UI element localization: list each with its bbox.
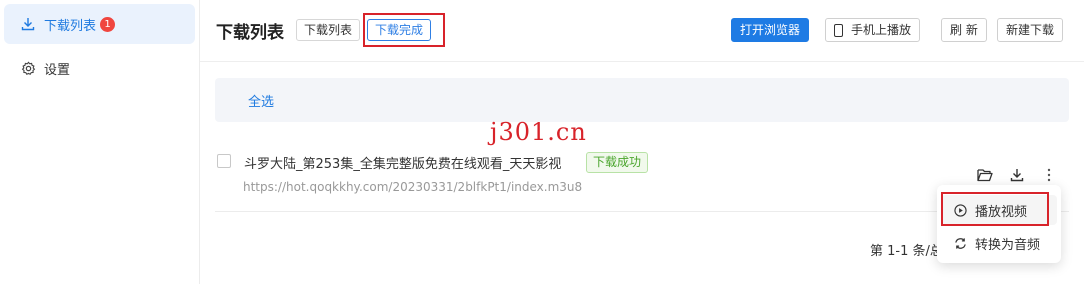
phone-icon <box>834 23 843 37</box>
page-title: 下载列表 <box>216 23 284 43</box>
item-title: 斗罗大陆_第253集_全集完整版免费在线观看_天天影视 <box>244 157 562 172</box>
sidebar: 下载列表 1 设置 <box>0 0 200 284</box>
select-all-link[interactable]: 全选 <box>248 91 274 110</box>
more-icon[interactable] <box>1040 166 1058 184</box>
app-window: 下载列表 1 设置 下载列表 下载列表 下载完成 打开浏览器 手机上播放 刷 新… <box>0 0 1084 284</box>
sidebar-item-download-list[interactable]: 下载列表 1 <box>4 4 195 44</box>
header: 下载列表 下载列表 下载完成 打开浏览器 手机上播放 刷 新 新建下载 <box>200 0 1084 62</box>
item-checkbox[interactable] <box>217 154 231 168</box>
status-badge: 下载成功 <box>586 152 649 173</box>
refresh-button[interactable]: 刷 新 <box>941 18 987 42</box>
context-menu: 播放视频 转换为音频 <box>937 185 1061 263</box>
folder-open-icon[interactable] <box>976 166 994 184</box>
sidebar-item-settings[interactable]: 设置 <box>4 48 195 88</box>
count-badge: 1 <box>100 16 116 32</box>
new-download-button[interactable]: 新建下载 <box>997 18 1064 42</box>
select-all-bar: 全选 <box>215 78 1069 122</box>
main-panel: 下载列表 下载列表 下载完成 打开浏览器 手机上播放 刷 新 新建下载 全选 j… <box>200 0 1084 284</box>
menu-item-play-video[interactable]: 播放视频 <box>941 195 1057 225</box>
open-browser-button[interactable]: 打开浏览器 <box>731 18 810 42</box>
sidebar-item-label: 下载列表 <box>44 18 97 34</box>
menu-item-label: 转换为音频 <box>975 237 1041 253</box>
phone-play-button[interactable]: 手机上播放 <box>825 18 921 42</box>
menu-item-label: 播放视频 <box>975 204 1028 220</box>
tab-download-list[interactable]: 下载列表 <box>296 19 361 41</box>
menu-item-convert-audio[interactable]: 转换为音频 <box>941 228 1057 258</box>
tab-download-complete[interactable]: 下载完成 <box>367 19 432 41</box>
gear-icon <box>20 60 36 76</box>
convert-icon <box>953 236 967 250</box>
play-circle-icon <box>953 203 967 217</box>
download-icon <box>20 16 36 32</box>
pagination-info: 第 1-1 条/总 <box>870 244 943 259</box>
sidebar-item-label: 设置 <box>44 62 71 78</box>
item-url: https://hot.qoqkkhy.com/20230331/2blfkPt… <box>243 180 583 194</box>
phone-play-label: 手机上播放 <box>851 23 912 37</box>
download-icon[interactable] <box>1008 166 1026 184</box>
